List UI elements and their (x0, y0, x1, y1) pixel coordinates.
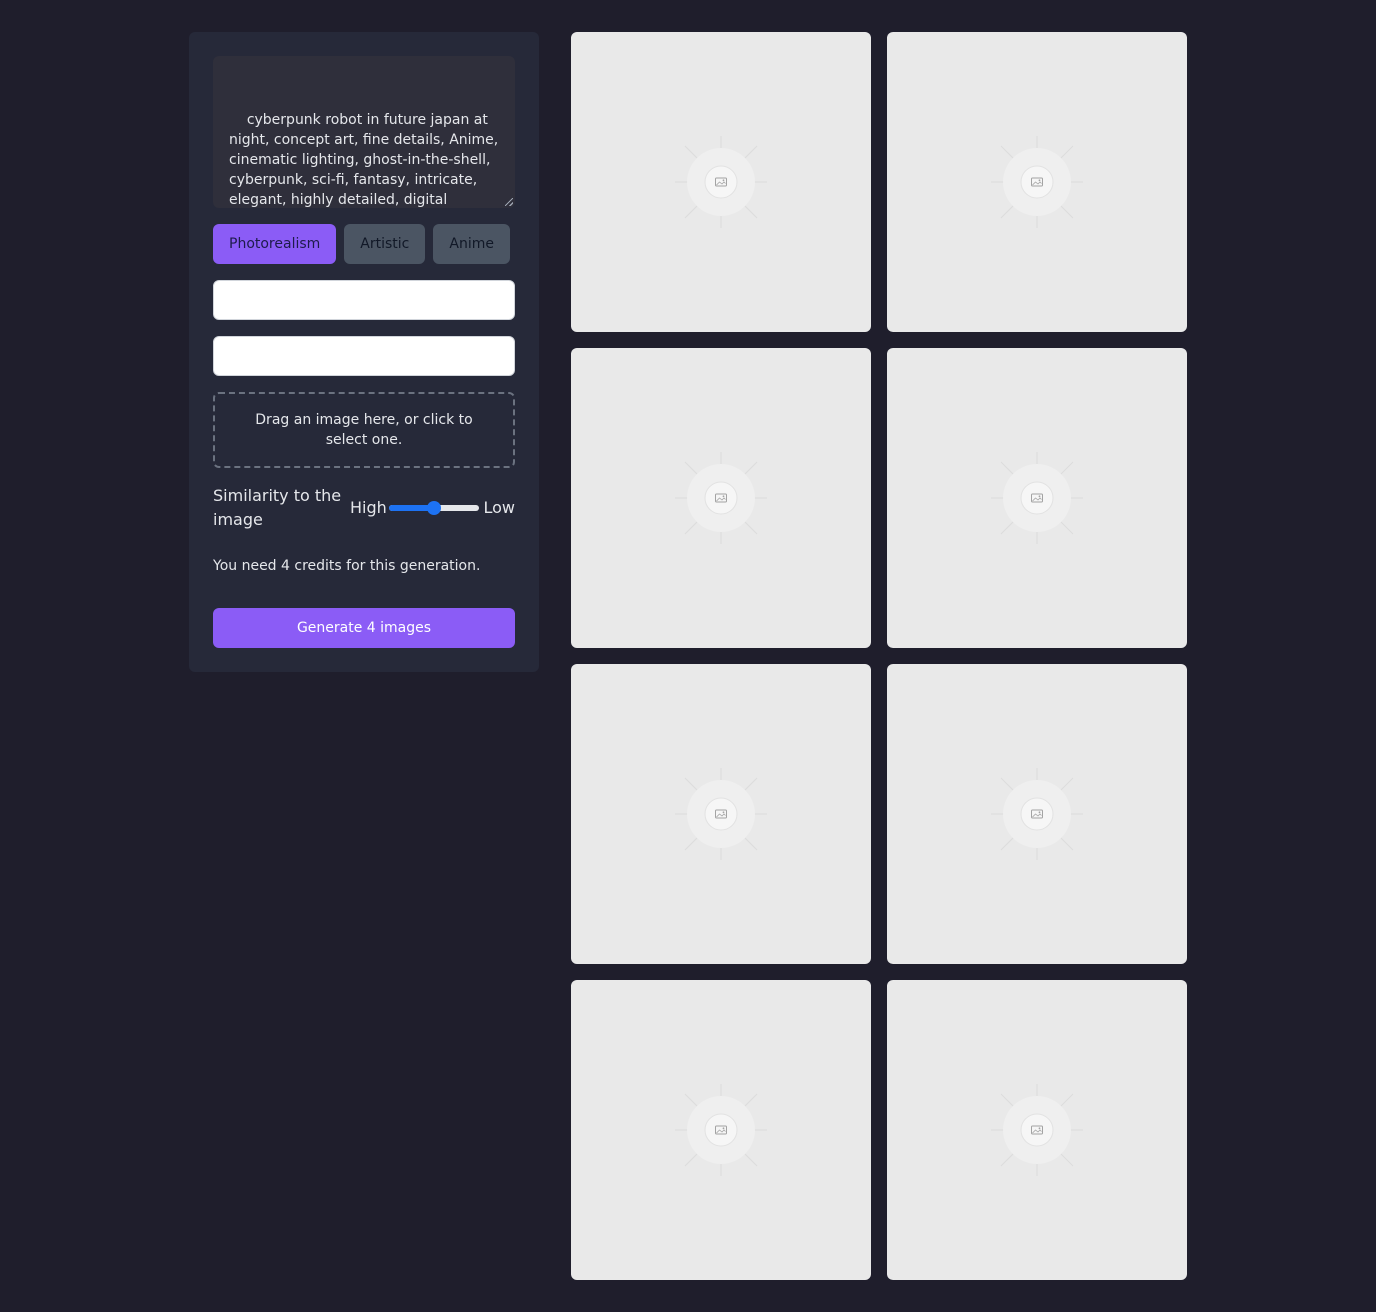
similarity-label: Similarity to the image (213, 486, 342, 529)
credits-notice: You need 4 credits for this generation. (213, 558, 481, 574)
image-tile[interactable] (887, 32, 1187, 332)
text-input-1[interactable] (213, 280, 515, 320)
generate-button[interactable]: Generate 4 images (213, 608, 515, 648)
image-tile[interactable] (571, 664, 871, 964)
image-tile[interactable] (887, 348, 1187, 648)
image-placeholder-icon (991, 452, 1083, 544)
prompt-textarea[interactable]: cyberpunk robot in future japan at night… (213, 56, 515, 208)
style-button-photorealism[interactable]: Photorealism (213, 224, 337, 264)
image-gallery (571, 32, 1187, 1280)
image-placeholder-icon (991, 136, 1083, 228)
generation-panel: cyberpunk robot in future japan at night… (189, 32, 539, 672)
prompt-text: cyberpunk robot in future japan at night… (229, 112, 499, 208)
image-placeholder-icon (675, 1084, 767, 1176)
image-dropzone[interactable]: Drag an image here, or click to select o… (213, 392, 515, 468)
similarity-high-label: High (350, 498, 387, 517)
style-button-artistic[interactable]: Artistic (344, 224, 426, 264)
similarity-slider[interactable] (389, 501, 479, 515)
image-tile[interactable] (571, 32, 871, 332)
image-placeholder-icon (675, 768, 767, 860)
image-tile[interactable] (887, 980, 1187, 1280)
style-button-anime[interactable]: Anime (433, 224, 510, 264)
image-placeholder-icon (675, 136, 767, 228)
image-placeholder-icon (991, 1084, 1083, 1176)
dropzone-text: Drag an image here, or click to select o… (255, 412, 473, 448)
similarity-low-label: Low (483, 498, 515, 517)
image-tile[interactable] (887, 664, 1187, 964)
text-input-2[interactable] (213, 336, 515, 376)
style-selector: Photorealism Artistic Anime (213, 224, 510, 264)
resize-grip-icon[interactable] (505, 198, 513, 206)
image-placeholder-icon (675, 452, 767, 544)
image-tile[interactable] (571, 980, 871, 1280)
similarity-control: Similarity to the image High Low (213, 484, 515, 532)
image-tile[interactable] (571, 348, 871, 648)
image-placeholder-icon (991, 768, 1083, 860)
slider-thumb[interactable] (427, 501, 441, 515)
